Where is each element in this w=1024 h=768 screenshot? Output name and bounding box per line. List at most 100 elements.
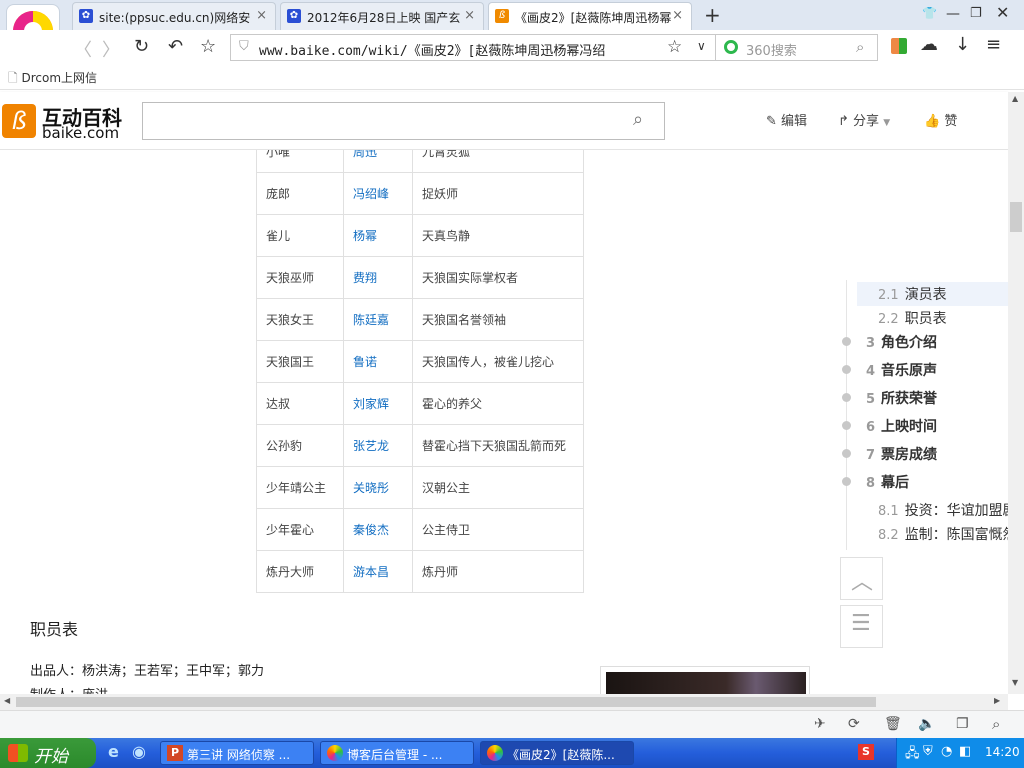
role-cell: 少年靖公主 [256, 466, 344, 509]
close-tab-icon[interactable]: × [464, 8, 475, 23]
actor-link[interactable]: 杨幂 [343, 214, 413, 257]
toc-item[interactable]: 7 票房成绩 [866, 444, 937, 464]
actor-link[interactable]: 鲁诺 [343, 340, 413, 383]
description-cell: 汉朝公主 [412, 466, 584, 509]
scroll-thumb[interactable] [16, 697, 876, 707]
horizontal-scrollbar[interactable]: ◀ ▶ [0, 694, 1008, 710]
favorite-star-icon[interactable]: ☆ [667, 37, 682, 57]
network-icon[interactable]: 🖧 [905, 744, 920, 766]
close-tab-icon[interactable]: × [672, 8, 683, 23]
window-icon[interactable]: ❐ [956, 716, 969, 732]
image-dark-area [606, 672, 806, 694]
back-icon[interactable]: 〈 [74, 36, 92, 62]
dropdown-chevron-icon[interactable]: ∨ [697, 39, 706, 53]
browser-tab[interactable]: ✿ site:(ppsuc.edu.cn)网络安 × [72, 2, 276, 30]
actor-link[interactable]: 冯绍峰 [343, 172, 413, 215]
apps-grid-icon[interactable] [891, 38, 907, 54]
edit-button[interactable]: ✎ 编辑 [766, 110, 807, 129]
start-button[interactable]: 开始 [0, 738, 96, 768]
back-to-top-button[interactable]: ︿ [840, 557, 883, 600]
actor-link[interactable]: 秦俊杰 [343, 508, 413, 551]
toc-item[interactable]: 4 音乐原声 [866, 360, 937, 380]
search-engine-box[interactable]: 360搜索 ⌕ [716, 34, 878, 61]
baike-logo[interactable]: ß 互动百科 baike.com [2, 104, 142, 144]
tray-app-icon[interactable]: ◧ [959, 744, 971, 759]
toc-number: 5 [866, 392, 876, 407]
share-button[interactable]: ↱ 分享 ▼ [838, 110, 890, 129]
baike-favicon-icon: ß [495, 9, 509, 23]
toc-label: 职员表 [904, 311, 947, 327]
search-icon[interactable]: ⌕ [633, 109, 643, 130]
actor-link[interactable]: 关晓彤 [343, 466, 413, 509]
search-icon[interactable]: ⌕ [856, 38, 864, 56]
vertical-scrollbar[interactable]: ▲ ▼ [1008, 92, 1024, 694]
ime-sogou-icon[interactable]: S [858, 744, 874, 760]
scroll-left-arrow-icon[interactable]: ◀ [4, 696, 10, 705]
actor-link[interactable]: 张艺龙 [343, 424, 413, 467]
close-tab-icon[interactable]: × [256, 8, 267, 23]
actor-link[interactable]: 刘家辉 [343, 382, 413, 425]
speed-icon[interactable]: ⟳ [848, 716, 860, 732]
description-cell: 九霄灵狐 [412, 150, 584, 173]
minimize-icon[interactable]: — [946, 6, 960, 22]
security-icon[interactable]: ⛨ [923, 744, 933, 759]
close-window-icon[interactable]: ✕ [996, 3, 1009, 22]
browser-tab[interactable]: ✿ 2012年6月28日上映 国产玄 × [280, 2, 484, 30]
actor-link[interactable]: 陈廷嘉 [343, 298, 413, 341]
clock: 14:20 [985, 745, 1020, 759]
browser-tab-active[interactable]: ß 《画皮2》[赵薇陈坤周迅杨幂 × [488, 2, 692, 30]
thumbs-up-icon: 👍 [924, 114, 941, 129]
taskbar-item-active[interactable]: 《画皮2》[赵薇陈... [480, 741, 634, 765]
toc-item[interactable]: 8 幕后 [866, 472, 909, 492]
toc-item[interactable]: 2.2 职员表 [878, 308, 947, 328]
forward-icon[interactable]: 〉 [102, 36, 120, 62]
task-label: 《画皮2》[赵薇陈... [507, 748, 615, 762]
taskbar-item[interactable]: P 第三讲 网络侦察 ... [160, 741, 314, 765]
browser-quicklaunch-icon[interactable]: ◉ [132, 742, 146, 761]
browser-status-bar: ✈ ⟳ 🗑 🔈 ❐ ⌕ [0, 710, 1024, 738]
producer-line-partial: 制作人：庞洪 [30, 684, 108, 694]
actor-link[interactable]: 费翔 [343, 256, 413, 299]
address-bar[interactable]: ⛉ www.baike.com/wiki/《画皮2》[赵薇陈坤周迅杨幂冯绍 ☆ … [230, 34, 716, 61]
toc-item[interactable]: 3 角色介绍 [866, 332, 937, 352]
scroll-down-arrow-icon[interactable]: ▼ [1012, 678, 1018, 687]
actor-link[interactable]: 游本昌 [343, 550, 413, 593]
scroll-up-arrow-icon[interactable]: ▲ [1012, 94, 1018, 103]
role-cell: 庞郎 [256, 172, 344, 215]
taskbar-item[interactable]: 博客后台管理 - ... [320, 741, 474, 765]
tray-app-icon[interactable]: ◔ [941, 744, 952, 759]
pin-icon[interactable]: ✈ [814, 716, 826, 732]
toc-item[interactable]: 8.2 监制：陈国富慨然 [878, 524, 1008, 544]
menu-icon[interactable]: ≡ [986, 34, 1001, 55]
actor-link[interactable]: 周迅 [343, 150, 413, 173]
undo-close-icon[interactable]: ↶ [168, 36, 183, 57]
like-button[interactable]: 👍 赞 [924, 110, 957, 129]
toc-item[interactable]: 8.1 投资：华谊加盟剧 [878, 500, 1008, 520]
toc-item[interactable]: 5 所获荣誉 [866, 388, 937, 408]
url-text[interactable]: www.baike.com/wiki/《画皮2》[赵薇陈坤周迅杨幂冯绍 [259, 40, 659, 59]
toc-bullet-icon [842, 337, 851, 346]
bookmark-item[interactable]: 🗋 Drcom上网信 [8, 69, 97, 90]
volume-icon[interactable]: 🔈 [918, 716, 935, 732]
scroll-thumb[interactable] [1010, 202, 1022, 232]
search-placeholder[interactable]: 360搜索 [746, 40, 797, 59]
trash-icon[interactable]: 🗑 [884, 716, 902, 732]
toc-number: 8 [866, 476, 876, 491]
zoom-icon[interactable]: ⌕ [992, 715, 1000, 733]
scroll-right-arrow-icon[interactable]: ▶ [994, 696, 1000, 705]
new-tab-button[interactable]: + [704, 3, 721, 27]
bookmark-star-icon[interactable]: ☆ [200, 36, 216, 57]
site-search-input[interactable]: ⌕ [142, 102, 665, 140]
reload-icon[interactable]: ↻ [134, 36, 149, 57]
toc-label: 幕后 [881, 475, 910, 491]
download-icon[interactable]: ↓ [955, 34, 970, 55]
toc-toggle-button[interactable]: ☰ [840, 605, 883, 648]
ie-icon[interactable]: e [108, 742, 119, 761]
toc-item[interactable]: 2.1 演员表 [878, 284, 947, 304]
toc-bullet-icon [842, 365, 851, 374]
cloud-icon[interactable]: ☁ [920, 34, 938, 55]
restore-icon[interactable]: ❐ [970, 6, 982, 21]
toc-item[interactable]: 6 上映时间 [866, 416, 937, 436]
toc-bullet-icon [842, 421, 851, 430]
skin-icon[interactable]: 👕 [922, 6, 937, 20]
